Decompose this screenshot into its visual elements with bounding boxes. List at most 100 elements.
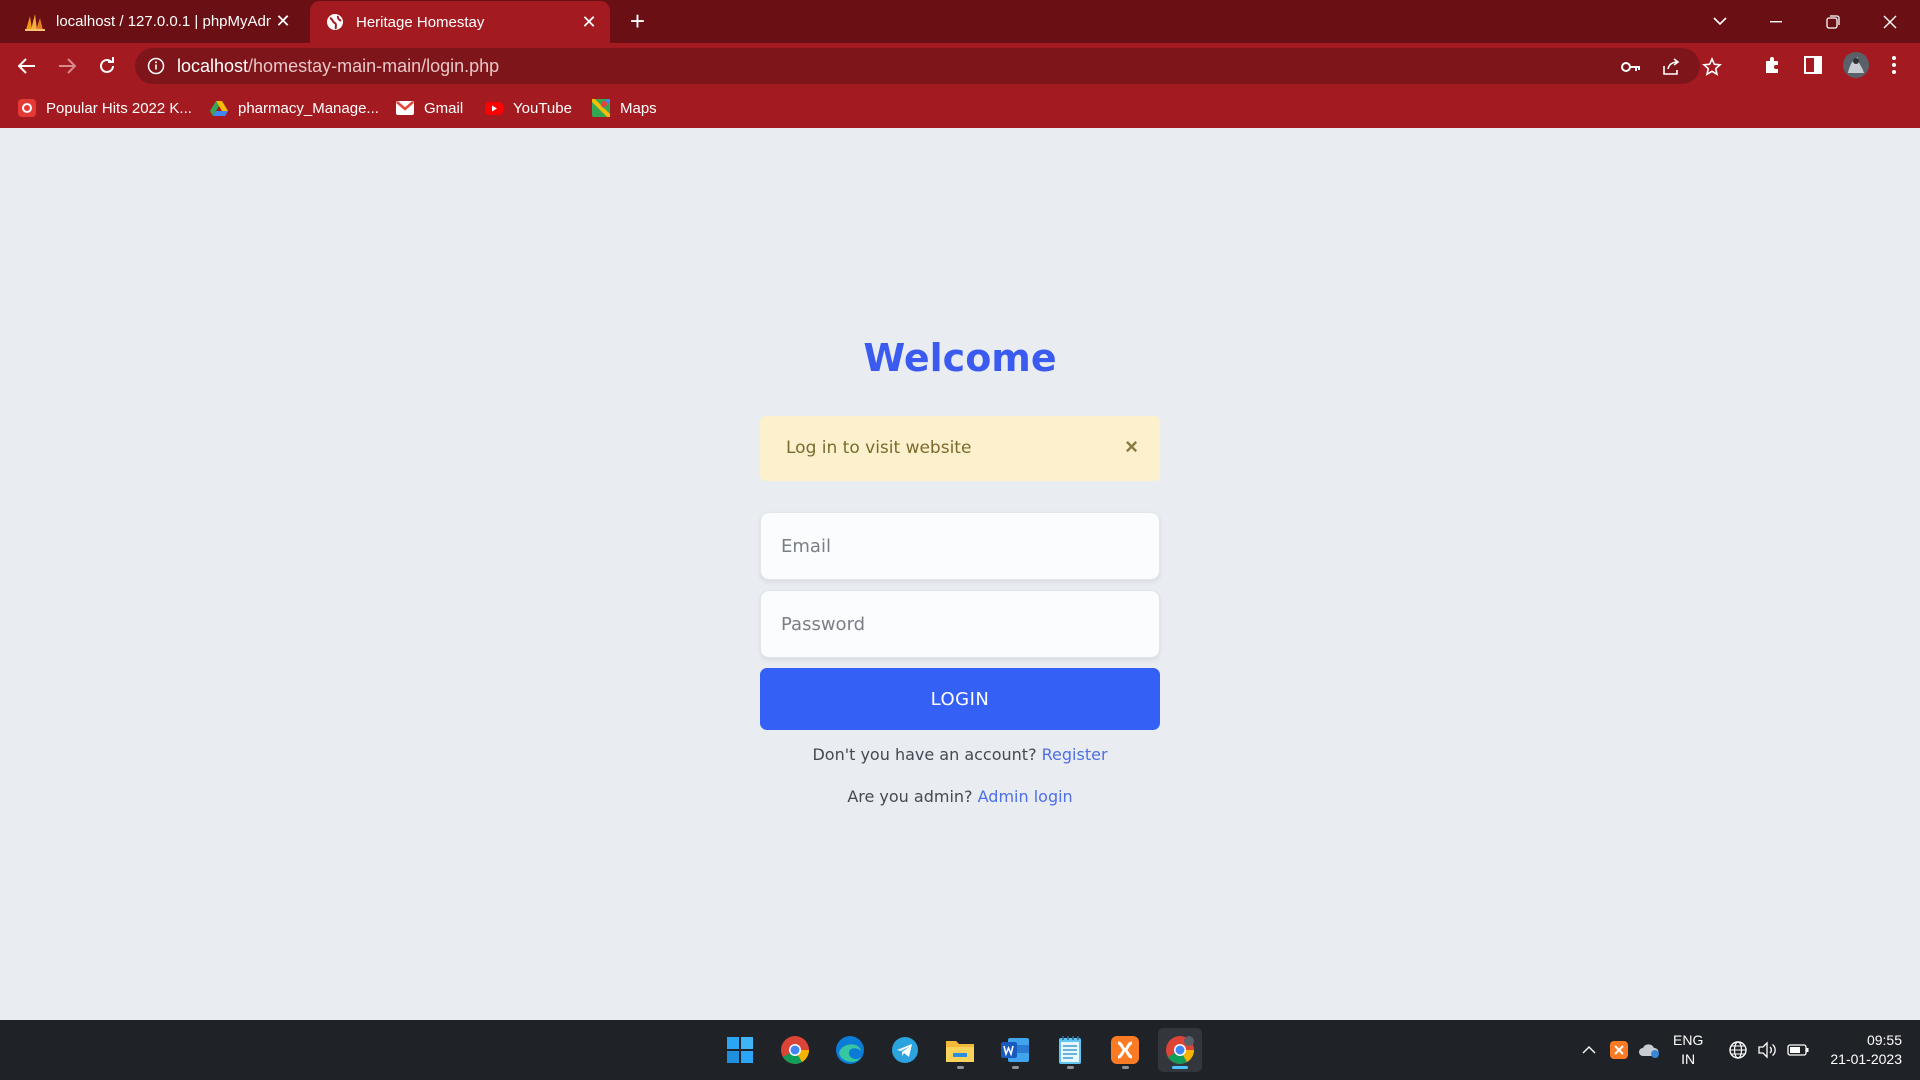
bookmark-youtube[interactable]: YouTube	[485, 96, 572, 120]
clock[interactable]: 09:55 21-01-2023	[1830, 1031, 1902, 1069]
star-icon[interactable]	[1701, 56, 1723, 78]
taskbar-word[interactable]	[993, 1028, 1037, 1072]
windows-taskbar: ENG IN 09:55 21-01-2023	[0, 1020, 1920, 1080]
maps-icon	[592, 99, 610, 117]
register-prompt-line: Don't you have an account? Register	[760, 745, 1160, 764]
alert-close-button[interactable]: ×	[1125, 434, 1138, 460]
register-link[interactable]: Register	[1042, 745, 1108, 764]
volume-button[interactable]	[1755, 1020, 1779, 1080]
chrome-icon	[1166, 1036, 1194, 1064]
language-code: ENG	[1673, 1032, 1704, 1048]
running-indicator	[957, 1066, 964, 1069]
notepad-icon	[1059, 1036, 1081, 1064]
tab-title: localhost / 127.0.0.1 | phpMyAdmin	[56, 13, 271, 30]
battery-icon	[1787, 1044, 1809, 1056]
back-button[interactable]	[10, 49, 44, 83]
close-window-button[interactable]	[1862, 0, 1918, 43]
arrow-right-icon	[59, 58, 76, 74]
admin-prompt: Are you admin?	[847, 787, 973, 806]
taskbar-xampp[interactable]	[1103, 1028, 1147, 1072]
reload-icon	[100, 57, 114, 73]
google-drive-icon	[210, 99, 228, 117]
taskbar-edge[interactable]	[828, 1028, 872, 1072]
bookmark-maps[interactable]: Maps	[592, 96, 657, 120]
close-icon	[1883, 15, 1897, 28]
network-button[interactable]	[1726, 1020, 1750, 1080]
tray-onedrive[interactable]	[1636, 1020, 1662, 1080]
key-icon[interactable]	[1620, 56, 1642, 78]
reload-button[interactable]	[90, 49, 124, 83]
telegram-icon	[892, 1037, 918, 1063]
share-icon[interactable]	[1660, 56, 1682, 78]
bookmark-label: Maps	[620, 99, 657, 117]
tab-title: Heritage Homestay	[356, 13, 485, 31]
bookmark-popular-hits[interactable]: Popular Hits 2022 K...	[18, 96, 192, 120]
minimize-icon	[1770, 20, 1782, 22]
running-indicator	[1067, 1066, 1074, 1069]
login-button[interactable]: LOGIN	[760, 668, 1160, 730]
side-panel-icon[interactable]	[1801, 53, 1825, 77]
url-host: localhost	[177, 56, 249, 76]
page-title: Welcome	[863, 336, 1057, 380]
taskbar-chrome[interactable]	[773, 1028, 817, 1072]
globe-icon	[324, 11, 346, 33]
new-tab-button[interactable]: +	[625, 8, 650, 34]
clock-time: 09:55	[1866, 1032, 1902, 1048]
tab-search-button[interactable]	[1692, 0, 1748, 43]
chevron-up-icon	[1582, 1046, 1596, 1054]
url-text[interactable]: localhost/homestay-main-main/login.php	[177, 56, 499, 77]
bookmark-label: pharmacy_Manage...	[238, 99, 379, 117]
browser-toolbar: localhost/homestay-main-main/login.php	[0, 43, 1920, 88]
taskbar-chrome-active[interactable]	[1158, 1028, 1202, 1072]
page-content: Welcome Log in to visit website × LOGIN …	[0, 128, 1920, 1020]
bookmark-label: Popular Hits 2022 K...	[46, 99, 192, 117]
edge-icon	[836, 1036, 864, 1064]
taskbar-file-explorer[interactable]	[938, 1028, 982, 1072]
restore-button[interactable]	[1805, 0, 1861, 43]
bookmarks-bar: Popular Hits 2022 K... pharmacy_Manage..…	[0, 88, 1920, 128]
word-icon	[1001, 1038, 1029, 1062]
running-indicator	[1012, 1066, 1019, 1069]
admin-login-link[interactable]: Admin login	[978, 787, 1073, 806]
alert-banner: Log in to visit website ×	[760, 416, 1160, 481]
arrow-left-icon	[18, 58, 35, 74]
tray-xampp[interactable]	[1607, 1020, 1631, 1080]
bookmark-pharmacy[interactable]: pharmacy_Manage...	[210, 96, 379, 120]
bookmark-gmail[interactable]: Gmail	[396, 96, 463, 120]
folder-icon	[946, 1041, 974, 1062]
info-icon[interactable]	[147, 57, 165, 75]
email-field[interactable]	[760, 512, 1160, 580]
minimize-button[interactable]	[1748, 0, 1804, 43]
password-field[interactable]	[760, 590, 1160, 658]
tab-phpmyadmin[interactable]: localhost / 127.0.0.1 | phpMyAdmin ✕	[14, 0, 304, 43]
tab-strip: localhost / 127.0.0.1 | phpMyAdmin ✕ Her…	[0, 0, 1920, 43]
language-indicator[interactable]: ENG IN	[1673, 1031, 1703, 1069]
bookmark-label: YouTube	[513, 99, 572, 117]
taskbar-telegram[interactable]	[883, 1028, 927, 1072]
gmail-icon	[396, 99, 414, 117]
taskbar-notepad[interactable]	[1048, 1028, 1092, 1072]
cloud-icon	[1639, 1044, 1659, 1058]
menu-icon[interactable]	[1882, 53, 1906, 77]
windows-icon	[727, 1037, 753, 1063]
youtube-icon	[485, 99, 503, 117]
show-hidden-icons-button[interactable]	[1578, 1020, 1600, 1080]
tab-heritage-homestay[interactable]: Heritage Homestay ✕	[310, 1, 610, 43]
battery-button[interactable]	[1785, 1020, 1811, 1080]
close-icon[interactable]: ✕	[580, 13, 598, 31]
globe-icon	[1729, 1041, 1747, 1059]
address-bar[interactable]: localhost/homestay-main-main/login.php	[135, 48, 1722, 84]
phpmyadmin-icon	[24, 11, 46, 33]
avatar[interactable]	[1841, 50, 1871, 80]
alert-message: Log in to visit website	[786, 438, 972, 458]
chrome-icon	[781, 1036, 809, 1064]
close-icon[interactable]: ✕	[274, 12, 292, 30]
chevron-down-icon	[1713, 17, 1727, 26]
extensions-icon[interactable]	[1760, 53, 1784, 77]
music-icon	[18, 99, 36, 117]
register-prompt: Don't you have an account?	[812, 745, 1037, 764]
start-button[interactable]	[718, 1028, 762, 1072]
running-indicator	[1122, 1066, 1129, 1069]
forward-button[interactable]	[50, 49, 84, 83]
running-indicator	[1172, 1066, 1188, 1069]
